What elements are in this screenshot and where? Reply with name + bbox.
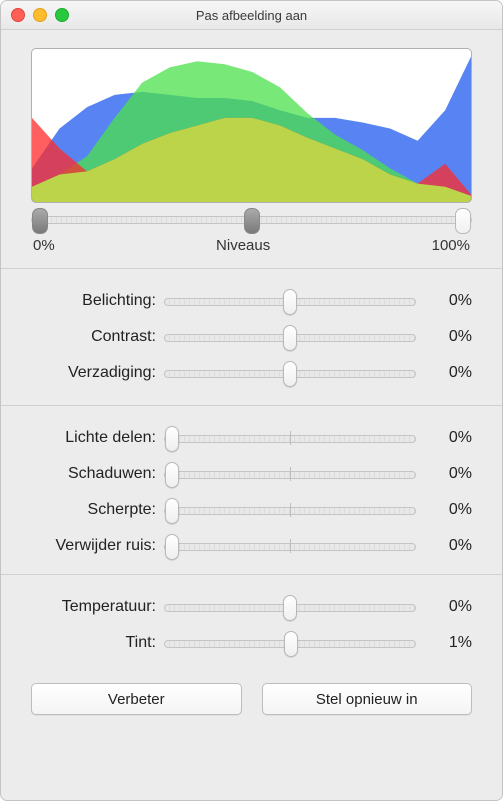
color-slider[interactable]: [164, 597, 416, 617]
zoom-icon[interactable]: [55, 8, 69, 22]
main-label: Verzadiging:: [31, 364, 164, 382]
slider-thumb[interactable]: [283, 325, 297, 351]
slider-thumb[interactable]: [283, 289, 297, 315]
button-row: Verbeter Stel opnieuw in: [31, 683, 472, 715]
detail-slider[interactable]: [164, 428, 416, 448]
slider-center-tick: [290, 467, 291, 481]
slider-thumb[interactable]: [165, 426, 179, 452]
main-value: 0%: [416, 364, 472, 382]
color-value: 0%: [416, 598, 472, 616]
slider-center-tick: [290, 539, 291, 553]
main-slider[interactable]: [164, 291, 416, 311]
divider-2: [1, 405, 502, 406]
main-row: Verzadiging: 0%: [31, 355, 472, 391]
detail-row: Scherpte: 0%: [31, 492, 472, 528]
main-slider[interactable]: [164, 327, 416, 347]
color-row: Tint: 1%: [31, 625, 472, 661]
traffic-lights: [11, 8, 69, 22]
slider-thumb[interactable]: [165, 534, 179, 560]
slider-group-color: Temperatuur: 0% Tint: 1%: [31, 589, 472, 661]
titlebar[interactable]: Pas afbeelding aan: [1, 1, 502, 30]
main-value: 0%: [416, 292, 472, 310]
detail-value: 0%: [416, 465, 472, 483]
main-row: Contrast: 0%: [31, 319, 472, 355]
slider-center-tick: [290, 431, 291, 445]
detail-label: Scherpte:: [31, 501, 164, 519]
detail-value: 0%: [416, 501, 472, 519]
detail-label: Schaduwen:: [31, 465, 164, 483]
slider-center-tick: [290, 503, 291, 517]
color-slider[interactable]: [164, 633, 416, 653]
slider-thumb[interactable]: [283, 361, 297, 387]
enhance-button[interactable]: Verbeter: [31, 683, 242, 715]
levels-slider[interactable]: [31, 209, 472, 233]
histogram: [31, 48, 472, 203]
main-label: Belichting:: [31, 292, 164, 310]
detail-value: 0%: [416, 537, 472, 555]
close-icon[interactable]: [11, 8, 25, 22]
main-label: Contrast:: [31, 328, 164, 346]
detail-slider[interactable]: [164, 536, 416, 556]
detail-row: Lichte delen: 0%: [31, 420, 472, 456]
detail-row: Schaduwen: 0%: [31, 456, 472, 492]
levels-white-thumb[interactable]: [455, 208, 471, 234]
color-label: Tint:: [31, 634, 164, 652]
detail-row: Verwijder ruis: 0%: [31, 528, 472, 564]
slider-thumb[interactable]: [165, 462, 179, 488]
content-area: 0% Niveaus 100% Belichting: 0% Contrast: 0%…: [1, 30, 502, 733]
levels-black-thumb[interactable]: [32, 208, 48, 234]
detail-slider[interactable]: [164, 500, 416, 520]
main-value: 0%: [416, 328, 472, 346]
minimize-icon[interactable]: [33, 8, 47, 22]
detail-slider[interactable]: [164, 464, 416, 484]
slider-thumb[interactable]: [165, 498, 179, 524]
color-value: 1%: [416, 634, 472, 652]
levels-max-label: 100%: [432, 237, 470, 254]
main-row: Belichting: 0%: [31, 283, 472, 319]
detail-label: Lichte delen:: [31, 429, 164, 447]
slider-group-main: Belichting: 0% Contrast: 0% Verzadiging: 0%: [31, 283, 472, 391]
divider-1: [1, 268, 502, 269]
detail-value: 0%: [416, 429, 472, 447]
reset-button[interactable]: Stel opnieuw in: [262, 683, 473, 715]
slider-thumb[interactable]: [283, 595, 297, 621]
levels-center-label: Niveaus: [216, 237, 270, 254]
window-title: Pas afbeelding aan: [1, 8, 502, 23]
slider-thumb[interactable]: [284, 631, 298, 657]
color-label: Temperatuur:: [31, 598, 164, 616]
slider-group-detail: Lichte delen:0%Schaduwen:0%Scherpte:0%Ve…: [31, 420, 472, 564]
levels-mid-thumb[interactable]: [244, 208, 260, 234]
levels-labels: 0% Niveaus 100%: [31, 237, 472, 254]
color-row: Temperatuur: 0%: [31, 589, 472, 625]
divider-3: [1, 574, 502, 575]
detail-label: Verwijder ruis:: [31, 537, 164, 555]
adjust-image-window: Pas afbeelding aan 0% Niveaus 100% Belic…: [0, 0, 503, 801]
main-slider[interactable]: [164, 363, 416, 383]
levels-min-label: 0%: [33, 237, 55, 254]
